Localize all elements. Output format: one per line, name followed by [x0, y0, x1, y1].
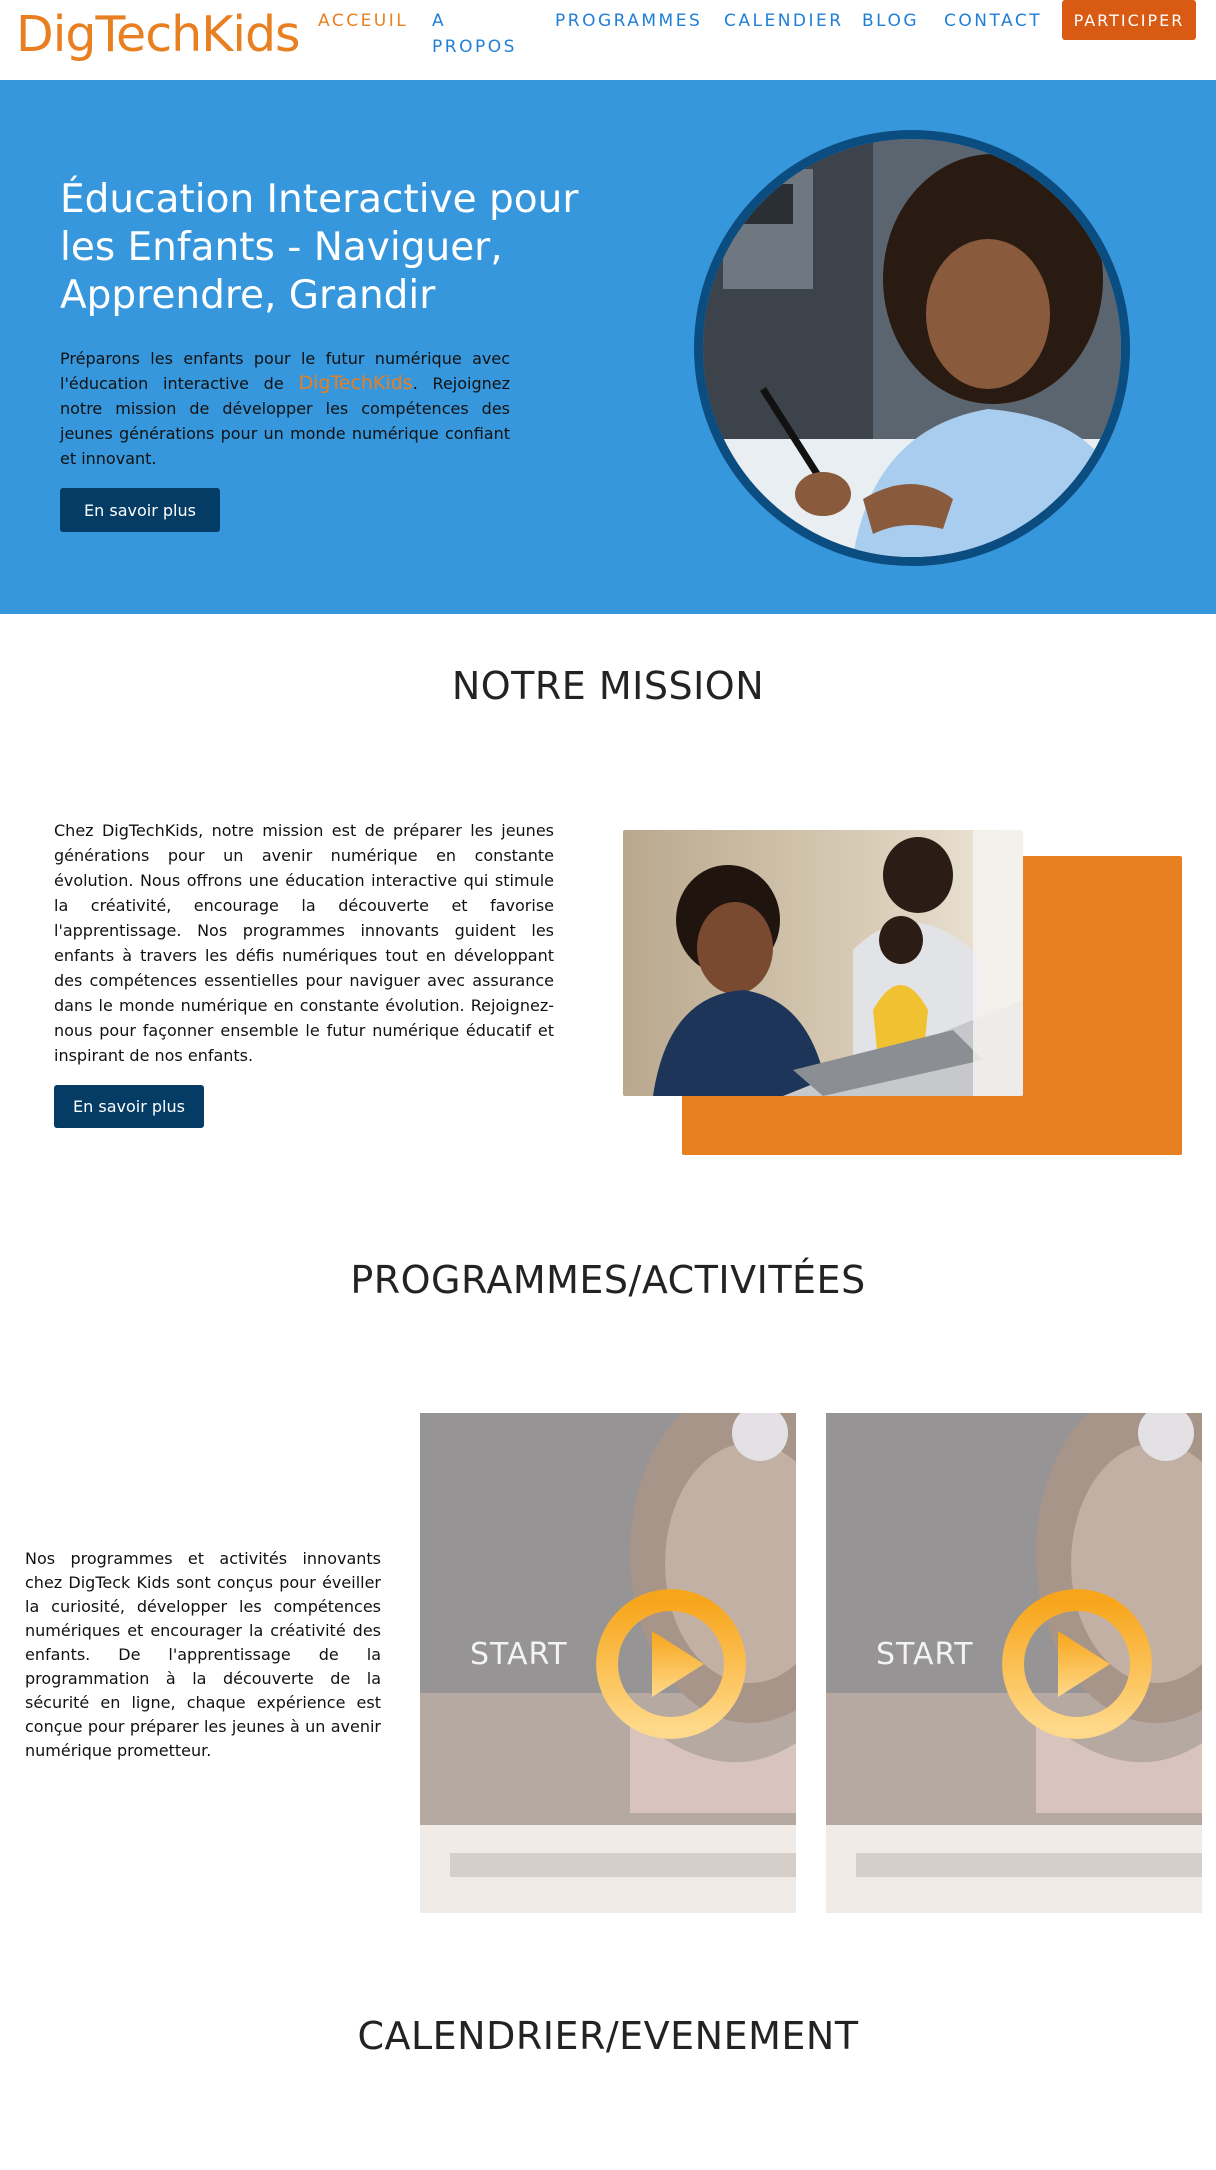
nav-link-a[interactable]: A	[432, 8, 446, 34]
mission-title: NOTRE MISSION	[451, 664, 765, 708]
participer-button[interactable]: PARTICIPER	[1062, 0, 1196, 40]
mission-children-laptop-photo	[623, 830, 1023, 1096]
play-icon[interactable]	[596, 1589, 746, 1739]
play-icon[interactable]	[1002, 1589, 1152, 1739]
nav-link-propos[interactable]: PROPOS	[432, 34, 517, 60]
hero-child-photo	[694, 130, 1130, 566]
program-video-card-1[interactable]: START	[420, 1413, 796, 1913]
video-start-label: START	[876, 1637, 974, 1672]
mission-learn-more-button[interactable]: En savoir plus	[54, 1085, 204, 1128]
programs-description: Nos programmes et activités innovants ch…	[25, 1549, 381, 1760]
mission-description: Chez DigTechKids, notre mission est de p…	[54, 821, 554, 1065]
programs-title: PROGRAMMES/ACTIVITÉES	[350, 1258, 866, 1302]
mission-photo-illustration	[623, 830, 1023, 1096]
hero-photo-illustration	[703, 139, 1121, 557]
hero-brand-name: DigTechKids	[298, 372, 413, 394]
calendar-title: CALENDRIER/EVENEMENT	[357, 2014, 859, 2058]
video-start-label: START	[470, 1637, 568, 1672]
nav-link-blog[interactable]: BLOG	[862, 8, 919, 34]
hero-title: Éducation Interactive pour les Enfants -…	[60, 177, 579, 318]
nav-link-programmes[interactable]: PROGRAMMES	[555, 8, 702, 34]
hero-learn-more-button[interactable]: En savoir plus	[60, 488, 220, 532]
hero-section: Éducation Interactive pour les Enfants -…	[0, 80, 1216, 614]
top-navigation: DigTechKids ACCEUIL A PROPOS PROGRAMMES …	[0, 0, 1216, 80]
hero-description: Préparons les enfants pour le futur numé…	[60, 346, 510, 471]
nav-link-calendier[interactable]: CALENDIER	[724, 8, 844, 34]
nav-link-contact[interactable]: CONTACT	[944, 8, 1042, 34]
program-video-card-2[interactable]: START	[826, 1413, 1202, 1913]
nav-link-accueil[interactable]: ACCEUIL	[318, 8, 408, 34]
site-logo[interactable]: DigTechKids	[16, 6, 301, 63]
